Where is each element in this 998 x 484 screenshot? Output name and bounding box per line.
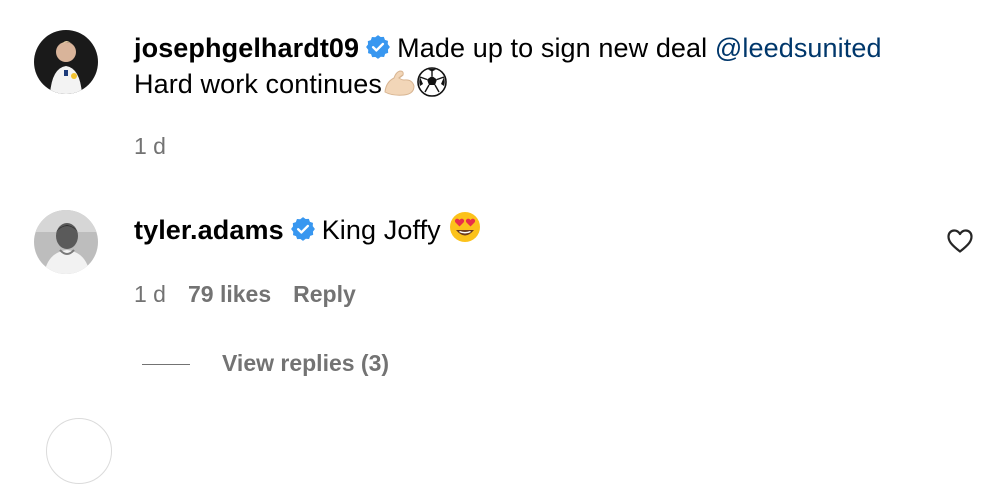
comment-text: Made up to sign new deal <box>397 33 708 63</box>
comment-time: 1 d <box>134 281 166 307</box>
avatar[interactable] <box>34 210 98 274</box>
verified-badge-icon <box>290 215 316 241</box>
username[interactable]: josephgelhardt09 <box>134 33 359 63</box>
replies-divider <box>142 364 190 365</box>
comment-time: 1 d <box>134 133 166 159</box>
heart-eyes-icon <box>448 210 482 253</box>
mention-link[interactable]: @leedsunited <box>715 33 882 63</box>
like-heart-icon[interactable] <box>946 228 974 254</box>
soccer-ball-icon <box>416 66 448 107</box>
avatar[interactable] <box>46 418 112 484</box>
avatar[interactable] <box>34 30 98 94</box>
username[interactable]: tyler.adams <box>134 215 284 245</box>
comment-text: King Joffy <box>321 215 441 245</box>
likes-count[interactable]: 79 likes <box>188 281 271 307</box>
verified-badge-icon <box>365 33 391 59</box>
comment-text-line2: Hard work continues <box>134 69 383 99</box>
flexed-biceps-icon <box>382 68 416 107</box>
view-replies-button[interactable]: View replies (3) <box>222 348 389 378</box>
reply-button[interactable]: Reply <box>293 281 356 307</box>
